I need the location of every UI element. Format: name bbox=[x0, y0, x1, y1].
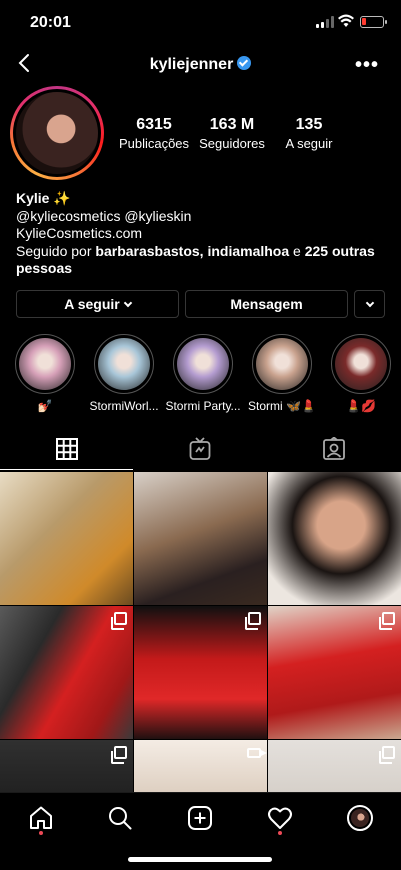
post-thumbnail[interactable] bbox=[268, 606, 401, 739]
tagged-user-icon bbox=[323, 437, 345, 460]
highlight-image bbox=[177, 338, 229, 390]
bio-link[interactable]: KylieCosmetics.com bbox=[16, 225, 386, 243]
followed-by-and: e bbox=[289, 242, 305, 259]
highlight-cover bbox=[94, 334, 154, 394]
post-thumbnail[interactable] bbox=[268, 472, 401, 605]
highlight-item[interactable]: Stormi Party... bbox=[165, 334, 241, 413]
profile-tabs bbox=[0, 428, 401, 470]
followed-by-prefix: Seguido por bbox=[16, 242, 96, 259]
highlight-caption: StormiWorl... bbox=[89, 399, 159, 413]
post-thumbnail[interactable] bbox=[134, 740, 267, 792]
active-tab-indicator bbox=[0, 469, 133, 470]
followers-stat[interactable]: 163 M Seguidores bbox=[194, 116, 270, 151]
new-post-icon[interactable] bbox=[187, 805, 213, 831]
highlight-item[interactable]: 💅🏻 bbox=[13, 334, 77, 413]
video-camera-icon bbox=[247, 748, 267, 758]
profile-tab-avatar[interactable] bbox=[347, 805, 373, 831]
highlight-cover bbox=[252, 334, 312, 394]
search-icon[interactable] bbox=[107, 805, 133, 831]
multiple-photos-icon bbox=[111, 612, 127, 630]
notification-dot bbox=[278, 831, 282, 835]
message-button[interactable]: Mensagem bbox=[185, 290, 348, 318]
multiple-photos-icon bbox=[111, 746, 127, 764]
grid-icon bbox=[56, 438, 78, 460]
multiple-photos-icon bbox=[245, 612, 261, 630]
username-text: kyliejenner bbox=[149, 56, 234, 73]
post-thumbnail[interactable] bbox=[134, 606, 267, 739]
post-thumbnail[interactable] bbox=[134, 472, 267, 605]
heart-icon[interactable] bbox=[267, 805, 293, 831]
profile-header: kyliejenner ••• bbox=[0, 46, 401, 84]
tab-igtv[interactable] bbox=[134, 428, 267, 470]
status-time: 20:01 bbox=[30, 14, 71, 31]
followers-count: 163 M bbox=[209, 116, 255, 133]
home-indicator bbox=[128, 857, 272, 862]
message-button-label: Mensagem bbox=[230, 296, 303, 312]
suggestions-button[interactable] bbox=[354, 290, 385, 318]
following-button-label: A seguir bbox=[64, 296, 120, 312]
bottom-navigation bbox=[0, 792, 401, 870]
avatar-image bbox=[13, 89, 101, 177]
posts-count: 6315 bbox=[136, 116, 172, 133]
profile-bio: Kylie ✨ @kyliecosmetics @kylieskin Kylie… bbox=[16, 190, 386, 278]
status-bar: 20:01 bbox=[0, 0, 401, 46]
battery-icon bbox=[360, 16, 387, 28]
chevron-down-icon bbox=[123, 298, 132, 308]
highlight-cover bbox=[15, 334, 75, 394]
profile-name: Kylie ✨ bbox=[16, 190, 71, 206]
profile-avatar[interactable] bbox=[10, 86, 104, 180]
highlight-image bbox=[256, 338, 308, 390]
wifi-icon bbox=[338, 14, 354, 27]
highlight-caption: Stormi Party... bbox=[165, 399, 241, 413]
more-options-icon[interactable]: ••• bbox=[355, 54, 379, 77]
post-thumbnail[interactable] bbox=[0, 740, 133, 792]
home-icon[interactable] bbox=[28, 805, 54, 831]
following-button[interactable]: A seguir bbox=[16, 290, 179, 318]
followed-by[interactable]: Seguido por barbarasbastos, indiamalhoa … bbox=[16, 243, 386, 278]
highlight-item[interactable]: Stormi 🦋💄 bbox=[248, 334, 316, 413]
highlight-caption: 💅🏻 bbox=[37, 399, 53, 413]
profile-stats: 6315 Publicações 163 M Seguidores 135 A … bbox=[118, 116, 344, 156]
following-count: 135 bbox=[295, 116, 323, 133]
highlight-image bbox=[335, 338, 387, 390]
avatar-image bbox=[351, 809, 369, 827]
highlight-image bbox=[98, 338, 150, 390]
chevron-down-icon bbox=[365, 298, 374, 308]
multiple-photos-icon bbox=[379, 612, 395, 630]
profile-username: kyliejenner bbox=[0, 56, 401, 74]
bio-mentions[interactable]: @kyliecosmetics @kylieskin bbox=[16, 208, 386, 226]
posts-grid bbox=[0, 472, 401, 792]
post-thumbnail[interactable] bbox=[268, 740, 401, 792]
tab-grid[interactable] bbox=[0, 428, 133, 470]
following-stat[interactable]: 135 A seguir bbox=[278, 116, 340, 151]
highlight-item[interactable]: StormiWorl... bbox=[89, 334, 159, 413]
verified-badge-icon bbox=[237, 56, 252, 70]
post-thumbnail[interactable] bbox=[0, 472, 133, 605]
followers-label: Seguidores bbox=[199, 136, 265, 151]
following-label: A seguir bbox=[285, 136, 333, 151]
highlight-item[interactable]: 💄💋 bbox=[329, 334, 393, 413]
highlight-caption: 💄💋 bbox=[346, 399, 376, 413]
highlight-cover bbox=[173, 334, 233, 394]
multiple-photos-icon bbox=[379, 746, 395, 764]
post-thumbnail[interactable] bbox=[0, 606, 133, 739]
notification-dot bbox=[39, 831, 43, 835]
highlight-cover bbox=[331, 334, 391, 394]
tab-tagged[interactable] bbox=[268, 428, 401, 470]
posts-stat[interactable]: 6315 Publicações bbox=[118, 116, 190, 151]
igtv-icon bbox=[189, 437, 211, 460]
highlight-caption: Stormi 🦋💄 bbox=[248, 399, 316, 413]
cellular-signal-icon bbox=[316, 16, 334, 28]
highlight-image bbox=[19, 338, 71, 390]
posts-label: Publicações bbox=[118, 136, 190, 151]
followed-by-names: barbarasbastos, indiamalhoa bbox=[95, 242, 290, 259]
